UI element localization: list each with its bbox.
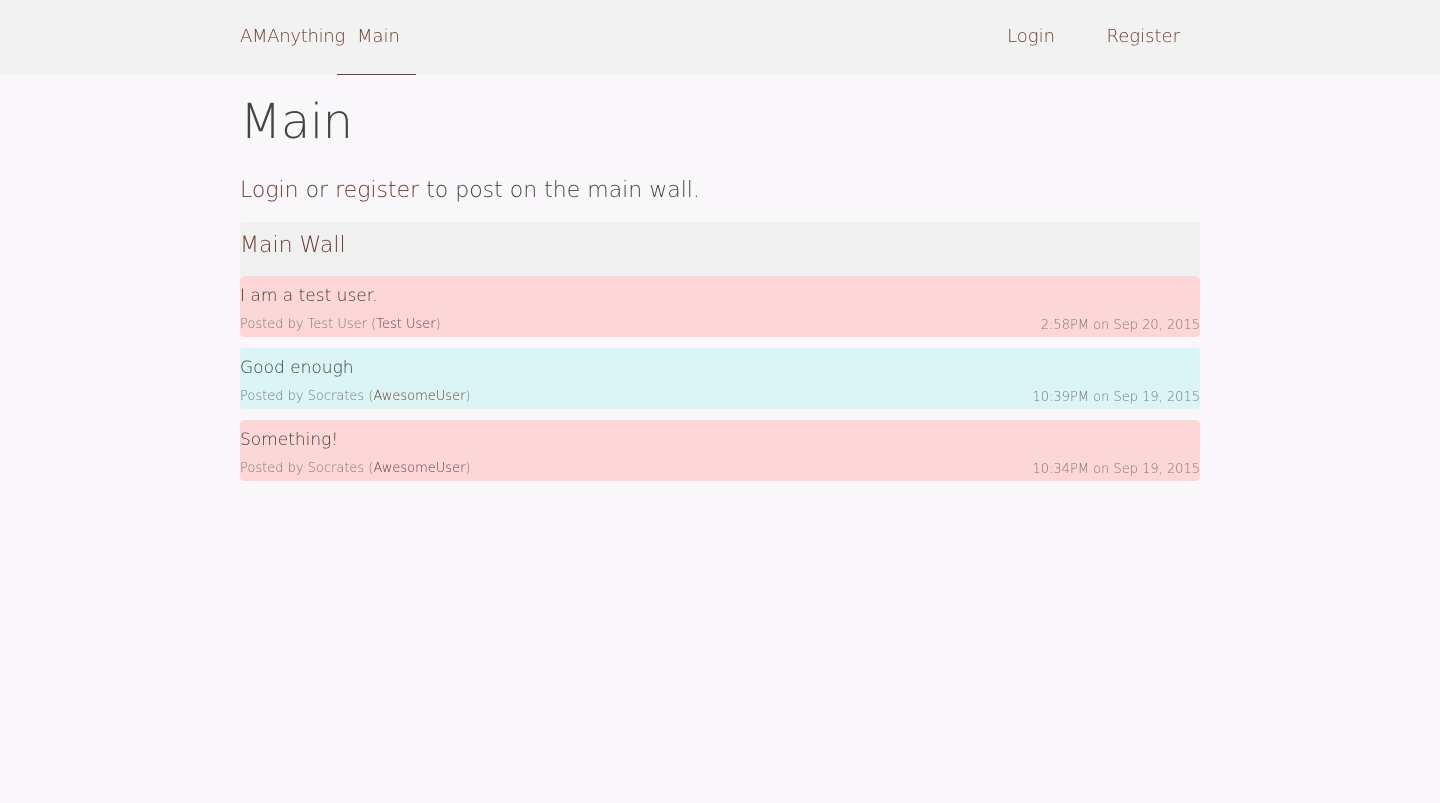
post-text: Good enough — [240, 358, 354, 378]
post-timestamp: 10:34PM on Sep 19, 2015 — [1032, 462, 1200, 477]
post-username-link[interactable]: AwesomeUser — [373, 389, 465, 404]
prompt-register-link[interactable]: register — [335, 178, 419, 203]
nav-login-link[interactable]: Login — [1007, 26, 1055, 47]
post-author-close: ) — [435, 317, 441, 332]
post-author: Posted by Test User ( — [240, 317, 377, 332]
post-meta: Posted by Test User (Test User) — [240, 317, 441, 332]
nav-register-link[interactable]: Register — [1107, 26, 1181, 47]
post-author-close: ) — [465, 461, 471, 476]
wall-post: I am a test user. Posted by Test User (T… — [240, 276, 1200, 337]
prompt-login-link[interactable]: Login — [240, 178, 299, 203]
post-username-link[interactable]: AwesomeUser — [373, 461, 465, 476]
post-author: Posted by Socrates ( — [240, 461, 374, 476]
post-timestamp: 2:58PM on Sep 20, 2015 — [1040, 318, 1200, 333]
navbar: AMAnything Main Login Register — [0, 0, 1440, 75]
nav-item-main[interactable]: Main — [337, 0, 416, 75]
main-wall: Main Wall I am a test user. Posted by Te… — [240, 222, 1200, 492]
post-author: Posted by Socrates ( — [240, 389, 374, 404]
post-text: Something! — [240, 430, 339, 450]
wall-post: Good enough Posted by Socrates (AwesomeU… — [240, 348, 1200, 409]
post-text: I am a test user. — [240, 286, 378, 306]
nav-item-main-label: Main — [357, 26, 400, 47]
wall-header: Main Wall — [240, 222, 1200, 276]
prompt-rest-text: to post on the main wall. — [419, 178, 700, 203]
wall-post: Something! Posted by Socrates (AwesomeUs… — [240, 420, 1200, 481]
post-timestamp: 10:39PM on Sep 19, 2015 — [1032, 390, 1200, 405]
post-meta: Posted by Socrates (AwesomeUser) — [240, 389, 471, 404]
post-prompt: Login or register to post on the main wa… — [240, 178, 700, 203]
post-meta: Posted by Socrates (AwesomeUser) — [240, 461, 471, 476]
post-username-link[interactable]: Test User — [376, 317, 435, 332]
wall-title: Main Wall — [240, 233, 346, 258]
page-title: Main — [240, 94, 353, 150]
brand-link[interactable]: AMAnything — [240, 26, 345, 47]
navbar-inner: AMAnything Main Login Register — [240, 0, 1200, 75]
prompt-or-text: or — [298, 178, 336, 203]
post-author-close: ) — [465, 389, 471, 404]
